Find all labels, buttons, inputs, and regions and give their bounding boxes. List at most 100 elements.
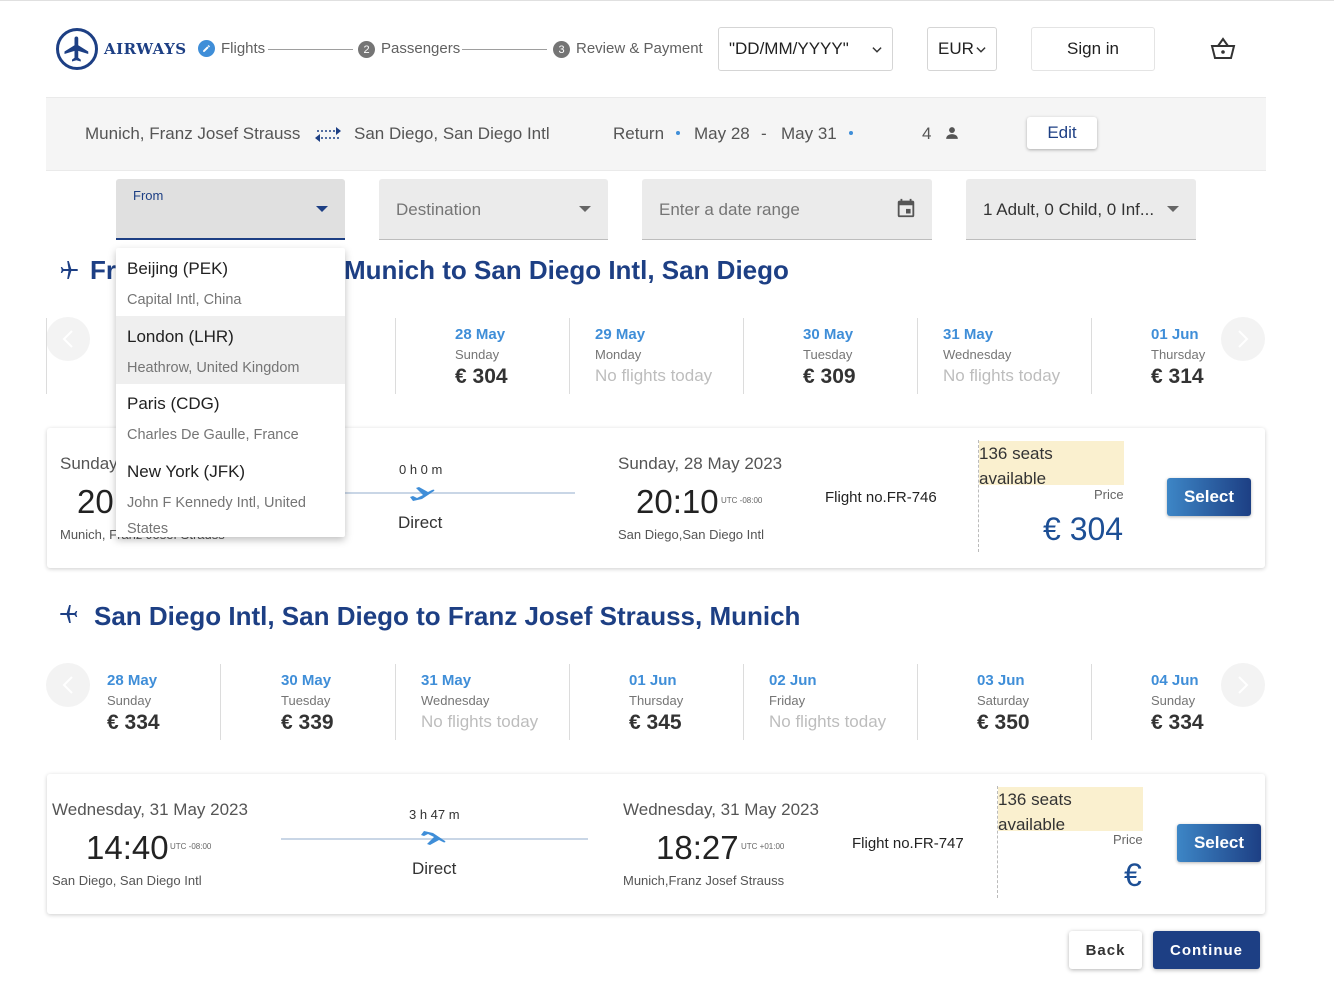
carousel-next-button[interactable] xyxy=(1221,663,1265,707)
day-price: € 339 xyxy=(281,711,334,734)
day-price: € 314 xyxy=(1151,365,1204,388)
day-weekday: Monday xyxy=(595,347,642,362)
dropdown-arrow-icon xyxy=(1167,206,1179,212)
option-subtitle: Charles De Gaulle, France xyxy=(127,427,299,443)
outbound-title-prefix: Fr xyxy=(90,255,116,285)
arrival-date: Wednesday, 31 May 2023 xyxy=(623,800,819,819)
calendar-icon[interactable] xyxy=(895,197,917,219)
plane-return-icon xyxy=(58,603,82,632)
outbound-day[interactable]: 28 May Sunday € 304 xyxy=(396,318,570,394)
from-dropdown-panel: Beijing (PEK) Capital Intl, China London… xyxy=(116,248,345,537)
flight-number: Flight no.FR-746 xyxy=(825,489,937,506)
price-label: Price xyxy=(1094,487,1124,502)
chevron-right-icon xyxy=(1238,330,1249,348)
select-inbound-button[interactable]: Select xyxy=(1177,824,1261,862)
carousel-next-button[interactable] xyxy=(1221,317,1265,361)
flight-duration: 3 h 47 m xyxy=(409,807,460,822)
summary-depart-date: May 28 xyxy=(694,124,750,143)
date-format-select[interactable]: "DD/MM/YYYY" xyxy=(718,27,893,71)
day-date: 30 May xyxy=(803,326,854,343)
edit-search-button[interactable]: Edit xyxy=(1027,117,1097,149)
day-weekday: Sunday xyxy=(455,347,500,362)
dropdown-arrow-icon xyxy=(316,206,328,212)
day-price: € 350 xyxy=(977,711,1030,734)
destination-placeholder: Destination xyxy=(396,200,482,219)
day-date: 28 May xyxy=(107,672,158,689)
date-range-placeholder: Enter a date range xyxy=(659,200,800,219)
departure-utc-offset: UTC -08:00 xyxy=(170,842,212,851)
step-connector xyxy=(462,49,547,50)
day-weekday: Friday xyxy=(769,693,806,708)
step-connector xyxy=(268,49,353,50)
day-price: € 304 xyxy=(455,365,508,388)
day-date: 02 Jun xyxy=(769,672,817,689)
day-price: No flights today xyxy=(769,712,887,731)
arrival-location: San Diego,San Diego Intl xyxy=(618,527,764,542)
travellers-field[interactable]: 1 Adult, 0 Child, 0 Inf... xyxy=(966,179,1196,240)
plane-icon xyxy=(420,830,446,853)
day-price: € 345 xyxy=(629,711,682,734)
day-date: 04 Jun xyxy=(1151,672,1199,689)
continue-button[interactable]: Continue xyxy=(1153,931,1260,969)
departure-date: Sunday xyxy=(60,454,118,473)
top-divider xyxy=(0,0,1334,1)
outbound-day[interactable]: 29 May Monday No flights today xyxy=(570,318,744,394)
outbound-title: Munich to San Diego Intl, San Diego xyxy=(344,255,789,285)
flight-number: Flight no.FR-747 xyxy=(852,835,964,852)
brand-name[interactable]: AIRWAYS xyxy=(104,40,187,58)
carousel-prev-button[interactable] xyxy=(46,317,90,361)
day-weekday: Tuesday xyxy=(281,693,331,708)
basket-icon[interactable] xyxy=(1209,36,1237,67)
airport-option-cdg[interactable]: Paris (CDG) Charles De Gaulle, France xyxy=(116,383,345,451)
step-passengers[interactable]: Passengers xyxy=(381,40,460,57)
from-field[interactable]: From xyxy=(116,179,345,240)
flight-price: € xyxy=(1124,857,1142,893)
chevron-right-icon xyxy=(1238,676,1249,694)
summary-passenger-count: 4 xyxy=(922,124,932,143)
day-weekday: Wednesday xyxy=(943,347,1012,362)
departure-time: 14:40 xyxy=(86,829,169,866)
step-flights[interactable]: Flights xyxy=(221,40,265,57)
inbound-day[interactable]: 03 Jun Saturday € 350 xyxy=(918,664,1092,740)
date-range-field[interactable]: Enter a date range xyxy=(642,179,932,240)
inbound-day[interactable]: 31 May Wednesday No flights today xyxy=(396,664,570,740)
flight-stops: Direct xyxy=(412,859,457,878)
flight-stops: Direct xyxy=(398,513,443,532)
step-review-payment[interactable]: Review & Payment xyxy=(576,40,703,57)
option-title: London (LHR) xyxy=(127,327,234,346)
outbound-day[interactable]: 30 May Tuesday € 309 xyxy=(744,318,918,394)
currency-select[interactable]: EUR xyxy=(927,27,997,71)
inbound-day[interactable]: 01 Jun Thursday € 345 xyxy=(570,664,744,740)
chevron-down-icon xyxy=(976,47,986,53)
day-divider xyxy=(46,318,47,394)
day-date: 29 May xyxy=(595,326,646,343)
select-outbound-button[interactable]: Select xyxy=(1167,478,1251,516)
outbound-day[interactable]: 31 May Wednesday No flights today xyxy=(918,318,1092,394)
departure-date: Wednesday, 31 May 2023 xyxy=(52,800,248,819)
option-subtitle: John F Kennedy Intl, United States xyxy=(127,495,306,537)
day-date: 31 May xyxy=(943,326,994,343)
option-title: Beijing (PEK) xyxy=(127,259,229,278)
option-title: New York (JFK) xyxy=(127,462,246,481)
day-price: No flights today xyxy=(943,366,1061,385)
airport-option-jfk[interactable]: New York (JFK) John F Kennedy Intl, Unit… xyxy=(116,451,345,537)
inbound-day[interactable]: 30 May Tuesday € 339 xyxy=(221,664,396,740)
sign-in-button[interactable]: Sign in xyxy=(1031,27,1155,71)
day-weekday: Sunday xyxy=(107,693,152,708)
summary-destination: San Diego, San Diego Intl xyxy=(354,124,550,143)
summary-trip-type: Return xyxy=(613,124,665,143)
destination-field[interactable]: Destination xyxy=(379,179,608,240)
inbound-day[interactable]: 28 May Sunday € 334 xyxy=(47,664,221,740)
airport-option-lhr[interactable]: London (LHR) Heathrow, United Kingdom xyxy=(116,316,345,384)
price-label: Price xyxy=(1113,832,1143,847)
day-date: 31 May xyxy=(421,672,472,689)
day-date: 01 Jun xyxy=(629,672,677,689)
back-button[interactable]: Back xyxy=(1069,931,1142,969)
arrival-time: 20:10 xyxy=(636,483,719,520)
route-line xyxy=(345,492,575,494)
airways-logo-icon[interactable] xyxy=(56,28,98,70)
day-weekday: Wednesday xyxy=(421,693,490,708)
airport-option-pek[interactable]: Beijing (PEK) Capital Intl, China xyxy=(116,248,345,316)
inbound-day[interactable]: 02 Jun Friday No flights today xyxy=(744,664,918,740)
chevron-down-icon xyxy=(872,47,882,53)
